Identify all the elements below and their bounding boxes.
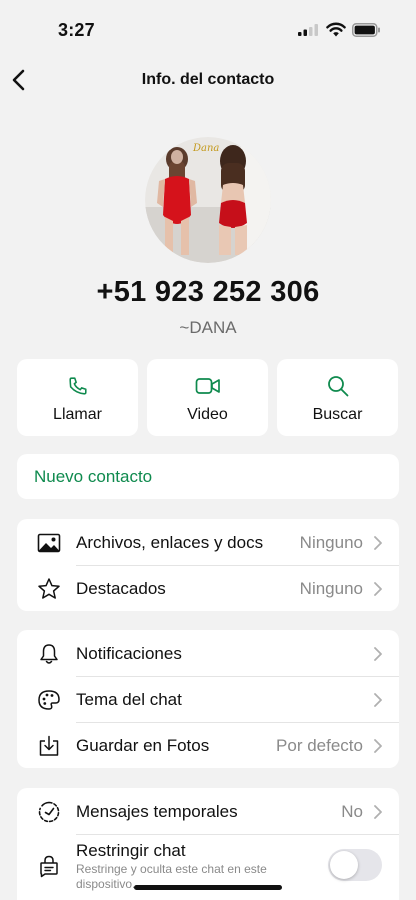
- starred-label: Destacados: [76, 579, 166, 598]
- nav-bar: Info. del contacto: [0, 60, 416, 100]
- starred-row[interactable]: Destacados Ninguno: [17, 565, 399, 611]
- media-group: Archivos, enlaces y docs Ninguno Destaca…: [17, 519, 399, 611]
- image-icon: [37, 533, 61, 553]
- timer-icon: [38, 801, 60, 823]
- chevron-right-icon: [374, 805, 382, 819]
- save-to-photos-row[interactable]: Guardar en Fotos Por defecto: [17, 722, 399, 768]
- signal-icon: [298, 24, 318, 36]
- restrict-chat-label: Restringir chat: [76, 841, 186, 860]
- chevron-right-icon: [374, 647, 382, 661]
- call-label: Llamar: [53, 406, 102, 423]
- status-time: 3:27: [58, 20, 95, 40]
- notifications-label: Notificaciones: [76, 644, 182, 663]
- avatar-caption: Dana: [192, 143, 219, 154]
- disappearing-messages-label: Mensajes temporales: [76, 802, 238, 821]
- disappearing-messages-row[interactable]: Mensajes temporales No: [17, 788, 399, 834]
- restrict-chat-row: Restringir chat Restringe y oculta este …: [17, 834, 399, 900]
- contact-phone: +51 923 252 306: [96, 276, 320, 308]
- phone-icon: [68, 377, 87, 395]
- new-contact-label: Nuevo contacto: [34, 467, 153, 486]
- battery-icon: [352, 23, 380, 37]
- bell-icon: [40, 644, 58, 664]
- download-icon: [39, 735, 59, 756]
- search-label: Buscar: [312, 406, 363, 423]
- star-icon: [38, 578, 60, 599]
- chat-theme-label: Tema del chat: [76, 690, 182, 709]
- save-to-photos-label: Guardar en Fotos: [76, 736, 210, 755]
- avatar-photo: Dana: [145, 137, 271, 263]
- contact-alias: ~DANA: [179, 318, 237, 337]
- video-button[interactable]: Video: [147, 359, 268, 436]
- notifications-row[interactable]: Notificaciones: [17, 630, 399, 676]
- files-links-docs-label: Archivos, enlaces y docs: [76, 533, 264, 552]
- restrict-chat-toggle[interactable]: [328, 849, 382, 881]
- palette-icon: [38, 690, 60, 710]
- status-bar: 3:27: [0, 0, 416, 60]
- starred-value: Ninguno: [299, 579, 363, 598]
- chevron-right-icon: [374, 536, 382, 550]
- chevron-right-icon: [374, 739, 382, 753]
- home-indicator[interactable]: [134, 885, 282, 890]
- wifi-icon: [326, 22, 346, 37]
- save-to-photos-value: Por defecto: [276, 736, 363, 755]
- files-links-docs-row[interactable]: Archivos, enlaces y docs Ninguno: [17, 519, 399, 565]
- new-contact-button[interactable]: Nuevo contacto: [17, 454, 399, 499]
- page-title: Info. del contacto: [141, 71, 275, 88]
- privacy-group: Mensajes temporales No Restringir chat R…: [17, 788, 399, 900]
- avatar[interactable]: Dana: [145, 137, 271, 263]
- chevron-right-icon: [374, 693, 382, 707]
- settings-group: Notificaciones Tema del chat Guardar en …: [17, 630, 399, 768]
- files-links-docs-value: Ninguno: [299, 533, 363, 552]
- video-icon: [195, 378, 220, 394]
- video-label: Video: [187, 406, 228, 423]
- chevron-right-icon: [374, 582, 382, 596]
- lock-chat-icon: [40, 855, 58, 878]
- search-icon: [327, 376, 348, 397]
- toggle-knob: [330, 851, 358, 879]
- search-button[interactable]: Buscar: [277, 359, 398, 436]
- disappearing-messages-value: No: [341, 802, 363, 821]
- call-button[interactable]: Llamar: [17, 359, 138, 436]
- chat-theme-row[interactable]: Tema del chat: [17, 676, 399, 722]
